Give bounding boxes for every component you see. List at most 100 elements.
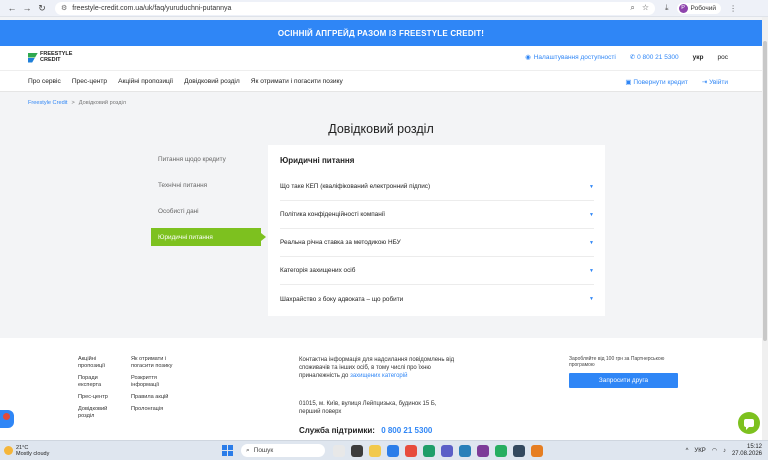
chevron-up-icon[interactable]: ^: [686, 448, 689, 454]
windows-taskbar: 21°C Mostly cloudy ⌕ Пошук ^ УКР ◠ ♪ 15:…: [0, 440, 768, 460]
nav-help[interactable]: Довідковий розділ: [184, 78, 240, 85]
main-nav: Про сервіс Прес-центр Акційні пропозиції…: [0, 70, 762, 92]
task-view-icon[interactable]: [351, 444, 363, 457]
menu-kebab-icon[interactable]: ⋮: [729, 4, 737, 13]
app-icon[interactable]: [495, 444, 507, 457]
widgets-icon[interactable]: [333, 444, 345, 457]
weather-desc: Mostly cloudy: [16, 450, 50, 457]
wallet-icon: ▣: [625, 79, 632, 86]
app-icon[interactable]: [477, 444, 489, 457]
clock[interactable]: 15:12 27.08.2026: [732, 444, 762, 458]
bookmark-star-icon[interactable]: ☆: [642, 3, 649, 13]
breadcrumb: Freestyle Credit > Довідковий розділ: [28, 100, 126, 106]
faq-item[interactable]: Категорія захищених осіб ▼: [280, 257, 594, 285]
footer-link[interactable]: Розкриття інформації: [131, 375, 183, 389]
forward-icon[interactable]: →: [21, 2, 33, 14]
login-link[interactable]: ⇥ Увійти: [702, 78, 728, 86]
footer-contact-text: Контактна інформація для надсилання пові…: [299, 357, 455, 379]
logo-line2: CREDIT: [40, 56, 61, 63]
system-tray: ^ УКР ◠ ♪ 15:12 27.08.2026: [686, 444, 762, 458]
taskbar-search[interactable]: ⌕ Пошук: [241, 444, 325, 457]
side-item-credit[interactable]: Питання щодо кредиту: [151, 146, 261, 172]
zoom-icon[interactable]: ⌕: [630, 3, 634, 13]
weather-widget[interactable]: 21°C Mostly cloudy: [4, 445, 104, 457]
faq-item[interactable]: Що таке КЕП (кваліфікований електронний …: [280, 173, 594, 201]
edge-icon[interactable]: [423, 444, 435, 457]
back-icon[interactable]: ←: [6, 2, 18, 14]
invite-friend-button[interactable]: Запросити друга: [569, 373, 678, 388]
start-icon[interactable]: [222, 445, 233, 456]
lang-uk[interactable]: укр: [693, 54, 704, 61]
nav-how-to-get[interactable]: Як отримати і погасити позику: [251, 78, 343, 85]
footer-link[interactable]: Прес-центр: [78, 394, 122, 401]
wifi-icon[interactable]: ◠: [712, 447, 717, 454]
protected-categories-link[interactable]: захищених категорій: [350, 373, 407, 379]
app-icon[interactable]: [459, 444, 471, 457]
faq-panel: Юридичні питання Що таке КЕП (кваліфіков…: [268, 145, 605, 316]
site-info-icon[interactable]: ⚙: [61, 4, 67, 12]
site-header: FREESTYLE CREDIT ◉ Налаштування доступно…: [0, 46, 762, 70]
address-bar[interactable]: ⚙ freestyle-credit.com.ua/uk/faq/yuruduc…: [55, 1, 655, 15]
login-icon: ⇥: [701, 79, 708, 86]
page-title: Довідковий розділ: [328, 122, 434, 136]
volume-icon[interactable]: ♪: [723, 448, 726, 454]
profile-name: Робочий: [690, 4, 717, 12]
download-icon[interactable]: ⤓: [665, 3, 669, 13]
repay-credit-link[interactable]: ▣ Повернути кредит: [625, 78, 687, 86]
search-icon: ⌕: [246, 446, 250, 454]
nav-promotions[interactable]: Акційні пропозиції: [118, 78, 173, 85]
clock-time: 15:12: [746, 443, 762, 450]
logo-mark-icon: [28, 53, 38, 63]
footer-link[interactable]: Акційні пропозиції: [78, 356, 122, 370]
side-item-legal[interactable]: Юридичні питання: [151, 228, 266, 246]
app-icon[interactable]: [387, 444, 399, 457]
site-logo[interactable]: FREESTYLE CREDIT: [28, 51, 72, 63]
invite-note: Заробляйте від 100 грн за Партнерською п…: [569, 356, 665, 368]
nav-press[interactable]: Прес-центр: [72, 78, 107, 85]
faq-title: Юридичні питання: [280, 156, 355, 165]
footer-link[interactable]: Як отримати і погасити позику: [131, 356, 183, 370]
faq-item[interactable]: Політика конфіденційності компанії ▼: [280, 201, 594, 229]
app-icon[interactable]: [513, 444, 525, 457]
footer-link[interactable]: Довідковий розділ: [78, 406, 122, 420]
nav-about[interactable]: Про сервіс: [28, 78, 61, 85]
faq-item[interactable]: Шахрайство з боку адвоката – що робити ▼: [280, 285, 594, 313]
site-footer: Акційні пропозиції Поради експерта Прес-…: [0, 338, 762, 440]
promo-banner[interactable]: ОСІННІЙ АПГРЕЙД РАЗОМ ІЗ FREESTYLE CREDI…: [0, 20, 762, 46]
breadcrumb-separator: >: [71, 100, 75, 106]
url-text: freestyle-credit.com.ua/uk/faq/yuruduchn…: [72, 4, 232, 12]
app-icon[interactable]: [405, 444, 417, 457]
caret-down-icon: ▼: [589, 267, 594, 274]
faq-item[interactable]: Реальна річна ставка за методикою НБУ ▼: [280, 229, 594, 257]
teams-icon[interactable]: [441, 444, 453, 457]
chrome-icon[interactable]: [531, 444, 543, 457]
scrollbar-thumb[interactable]: [763, 41, 767, 341]
reload-icon[interactable]: ↻: [36, 2, 48, 14]
accessibility-settings-link[interactable]: ◉ Налаштування доступності: [525, 53, 616, 62]
lang-ru[interactable]: рос: [718, 54, 728, 61]
page-scrollbar[interactable]: [762, 17, 768, 440]
caret-down-icon: ▼: [589, 296, 594, 302]
side-item-personal[interactable]: Особисті дані: [151, 198, 261, 224]
support-phone-link[interactable]: 0 800 21 5300: [381, 426, 432, 435]
keyboard-lang[interactable]: УКР: [694, 448, 705, 454]
footer-support: Служба підтримки: 0 800 21 5300: [299, 426, 433, 435]
footer-link[interactable]: Пролонгація: [131, 406, 183, 413]
footer-col-1: Акційні пропозиції Поради експерта Прес-…: [78, 356, 122, 425]
file-explorer-icon[interactable]: [369, 444, 381, 457]
chat-button[interactable]: [738, 412, 760, 434]
accessibility-widget-icon[interactable]: [0, 410, 14, 428]
footer-link[interactable]: Поради експерта: [78, 375, 122, 389]
clock-date: 27.08.2026: [731, 450, 762, 457]
browser-toolbar: ← → ↻ ⚙ freestyle-credit.com.ua/uk/faq/y…: [0, 0, 768, 17]
avatar: Р: [678, 3, 688, 13]
footer-address: 01015, м. Київ, вулиця Лейпцизька, будин…: [299, 401, 437, 415]
caret-down-icon: ▼: [589, 211, 594, 218]
caret-down-icon: ▼: [589, 239, 594, 246]
chat-icon: [744, 419, 754, 430]
header-phone-link[interactable]: ✆ 0 800 21 5300: [630, 53, 679, 61]
footer-link[interactable]: Правила акцій: [131, 394, 183, 401]
side-item-technical[interactable]: Технічні питання: [151, 172, 261, 198]
breadcrumb-home[interactable]: Freestyle Credit: [28, 100, 67, 106]
profile-button[interactable]: Р Робочий: [676, 2, 722, 14]
